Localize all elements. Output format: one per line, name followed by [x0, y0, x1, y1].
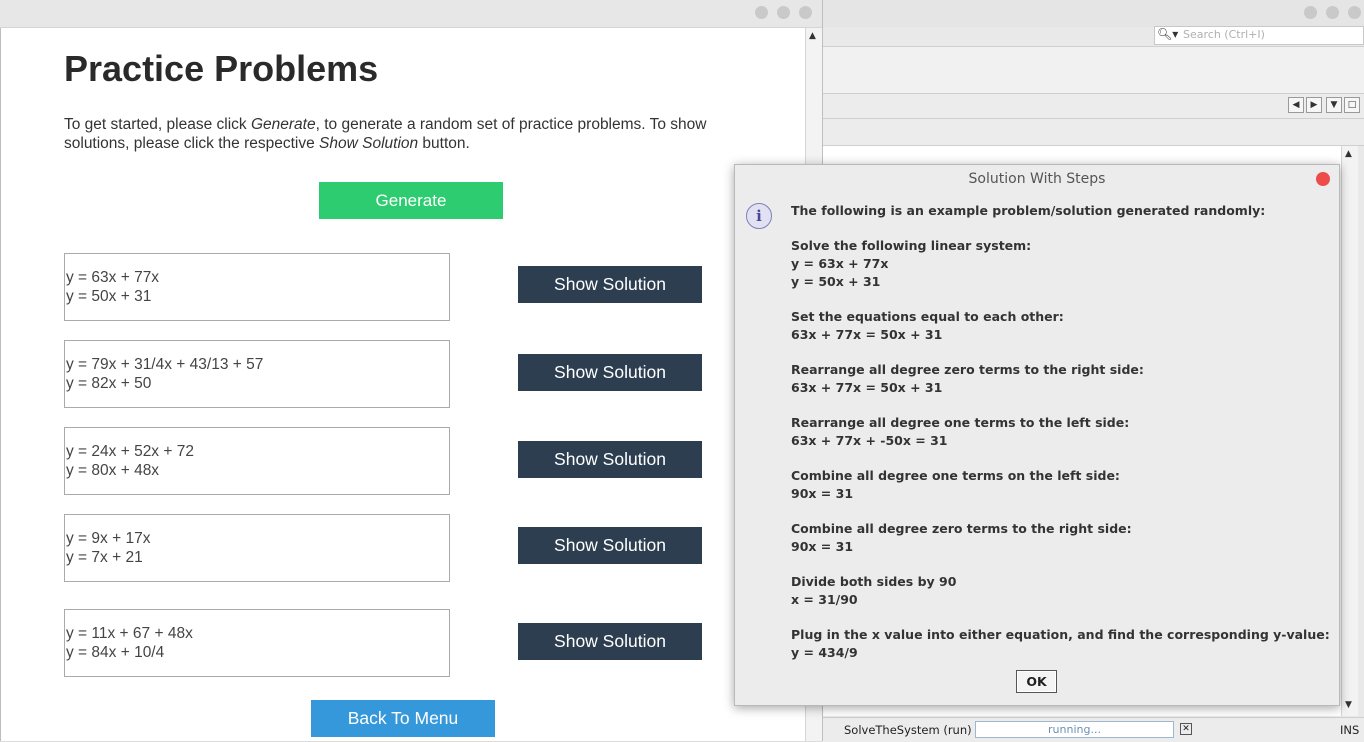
problem-box: y = 63x + 77x y = 50x + 31 — [64, 253, 450, 321]
tab-list-icon[interactable]: ▼ — [1326, 97, 1342, 113]
close-button[interactable] — [799, 6, 812, 19]
step-line: 90x = 31 — [791, 486, 854, 501]
solution-step: Rearrange all degree zero terms to the r… — [791, 361, 1336, 397]
equation-2: y = 80x + 48x — [66, 462, 160, 479]
dialog-close-button[interactable] — [1316, 172, 1330, 186]
ide-close-button[interactable] — [1348, 6, 1361, 19]
intro-part: To get started, please click — [64, 116, 251, 133]
problem-box: y = 9x + 17x y = 7x + 21 — [64, 514, 450, 582]
insert-mode: INS — [1340, 723, 1360, 737]
progress-bar: running... — [975, 721, 1174, 738]
problem-box: y = 79x + 31/4x + 43/13 + 57 y = 82x + 5… — [64, 340, 450, 408]
equation-2: y = 84x + 10/4 — [66, 644, 165, 661]
practice-window: Practice Problems To get started, please… — [0, 0, 823, 741]
equation-1: y = 11x + 67 + 48x — [66, 625, 193, 642]
intro-part: button. — [418, 135, 470, 152]
problem-box: y = 11x + 67 + 48x y = 84x + 10/4 — [64, 609, 450, 677]
step-line: y = 434/9 — [791, 645, 858, 660]
step-heading: Combine all degree zero terms to the rig… — [791, 521, 1132, 536]
step-heading: Set the equations equal to each other: — [791, 309, 1064, 324]
intro-text: To get started, please click Generate, t… — [64, 115, 744, 153]
ide-minimize-button[interactable] — [1304, 6, 1317, 19]
solution-step: Rearrange all degree one terms to the le… — [791, 414, 1336, 450]
step-line: 63x + 77x = 50x + 31 — [791, 327, 943, 342]
ide-maximize-button[interactable] — [1326, 6, 1339, 19]
equation-2: y = 50x + 31 — [66, 288, 152, 305]
dialog-title: Solution With Steps — [968, 171, 1106, 187]
solution-steps: The following is an example problem/solu… — [791, 202, 1336, 679]
search-icon: 🔍︎▾ — [1157, 27, 1179, 41]
equation-2: y = 82x + 50 — [66, 375, 152, 392]
back-to-menu-button[interactable]: Back To Menu — [311, 700, 495, 737]
show-solution-button[interactable]: Show Solution — [518, 266, 702, 303]
scroll-down-icon[interactable]: ▼ — [1345, 700, 1352, 710]
ide-tab-bar: ◀ ▶ ▼ □ — [822, 94, 1364, 119]
step-heading: Divide both sides by 90 — [791, 574, 957, 589]
step-heading: Solve the following linear system: — [791, 238, 1032, 253]
search-placeholder: Search (Ctrl+I) — [1183, 28, 1265, 41]
info-icon: i — [746, 203, 772, 229]
solution-step: Set the equations equal to each other: 6… — [791, 308, 1336, 344]
problem-box: y = 24x + 52x + 72 y = 80x + 48x — [64, 427, 450, 495]
step-heading: Rearrange all degree one terms to the le… — [791, 415, 1130, 430]
solution-step: Solve the following linear system: y = 6… — [791, 237, 1336, 291]
show-solution-button[interactable]: Show Solution — [518, 354, 702, 391]
maximize-button[interactable] — [777, 6, 790, 19]
equation-2: y = 7x + 21 — [66, 549, 143, 566]
intro-line: The following is an example problem/solu… — [791, 203, 1266, 218]
solution-step: Divide both sides by 90 x = 31/90 — [791, 573, 1336, 609]
equation-1: y = 79x + 31/4x + 43/13 + 57 — [66, 356, 264, 373]
step-line: 63x + 77x = 50x + 31 — [791, 380, 943, 395]
scroll-left-icon[interactable]: ◀ — [1288, 97, 1304, 113]
ide-toolbar — [822, 46, 1364, 94]
window-titlebar — [0, 0, 822, 28]
ok-button[interactable]: OK — [1016, 670, 1057, 693]
step-line: x = 31/90 — [791, 592, 858, 607]
cancel-task-icon[interactable]: ✕ — [1180, 723, 1192, 735]
scroll-up-icon[interactable]: ▲ — [809, 31, 816, 41]
scroll-up-icon[interactable]: ▲ — [1345, 149, 1352, 159]
show-solution-button[interactable]: Show Solution — [518, 441, 702, 478]
step-heading: Combine all degree one terms on the left… — [791, 468, 1120, 483]
solution-step: Combine all degree zero terms to the rig… — [791, 520, 1336, 556]
scroll-right-icon[interactable]: ▶ — [1306, 97, 1322, 113]
step-line: y = 63x + 77x — [791, 256, 889, 271]
ide-status-bar: SolveTheSystem (run) running... ✕ INS — [822, 717, 1364, 742]
ide-search-input[interactable]: 🔍︎▾ Search (Ctrl+I) — [1154, 26, 1364, 45]
practice-content: Practice Problems To get started, please… — [0, 28, 807, 741]
show-solution-button[interactable]: Show Solution — [518, 623, 702, 660]
maximize-icon[interactable]: □ — [1344, 97, 1360, 113]
generate-button[interactable]: Generate — [319, 182, 503, 219]
ide-titlebar — [822, 0, 1364, 27]
page-title: Practice Problems — [64, 48, 379, 89]
equation-1: y = 9x + 17x — [66, 530, 151, 547]
solution-step: Plug in the x value into either equation… — [791, 626, 1336, 662]
solution-intro: The following is an example problem/solu… — [791, 202, 1336, 220]
solution-step: Combine all degree one terms on the left… — [791, 467, 1336, 503]
status-project: SolveTheSystem (run) — [844, 723, 972, 737]
intro-generate-ref: Generate — [250, 116, 316, 133]
step-line: y = 50x + 31 — [791, 274, 881, 289]
ide-scrollbar[interactable]: ▲ ▼ — [1341, 146, 1358, 716]
solution-dialog: Solution With Steps i The following is a… — [734, 164, 1340, 706]
minimize-button[interactable] — [755, 6, 768, 19]
ide-editor-toolbar — [822, 119, 1364, 146]
step-line: 90x = 31 — [791, 539, 854, 554]
equation-1: y = 63x + 77x — [66, 269, 160, 286]
step-heading: Plug in the x value into either equation… — [791, 627, 1330, 642]
intro-show-ref: Show Solution — [319, 135, 419, 152]
step-heading: Rearrange all degree zero terms to the r… — [791, 362, 1144, 377]
step-line: 63x + 77x + -50x = 31 — [791, 433, 948, 448]
show-solution-button[interactable]: Show Solution — [518, 527, 702, 564]
equation-1: y = 24x + 52x + 72 — [66, 443, 194, 460]
